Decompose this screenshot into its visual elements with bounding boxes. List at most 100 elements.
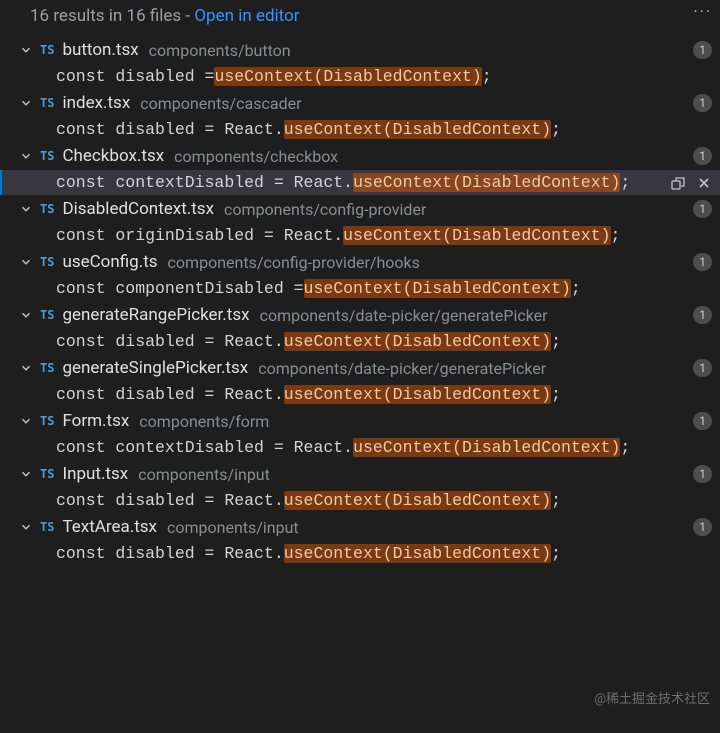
search-file-row[interactable]: TS button.tsx components/button 1 (0, 36, 720, 64)
file-path: components/input (167, 518, 299, 537)
match-highlight: useContext(DisabledContext) (353, 438, 620, 457)
match-count-badge: 1 (693, 412, 712, 430)
match-count-badge: 1 (693, 200, 712, 218)
search-match-row[interactable]: const disabled = React.useContext(Disabl… (0, 382, 720, 407)
chevron-down-icon[interactable] (18, 95, 34, 111)
file-name: index.tsx (62, 93, 130, 113)
file-path: components/input (138, 465, 270, 484)
match-pre: const disabled = React. (56, 491, 284, 510)
search-file-row[interactable]: TS TextArea.tsx components/input 1 (0, 513, 720, 541)
match-highlight: useContext(DisabledContext) (284, 491, 551, 510)
match-count-badge: 1 (693, 518, 712, 536)
dismiss-icon[interactable] (696, 175, 712, 191)
search-match-row[interactable]: const componentDisabled = useContext(Dis… (0, 276, 720, 301)
search-file-row[interactable]: TS index.tsx components/cascader 1 (0, 89, 720, 117)
match-post: ; (551, 120, 561, 139)
search-file-row[interactable]: TSgenerateRangePicker.tsxcomponents/date… (0, 301, 720, 329)
match-post: ; (611, 226, 621, 245)
ts-file-icon: TS (40, 308, 54, 322)
search-match-row[interactable]: const disabled = React.useContext(Disabl… (0, 329, 720, 354)
search-summary: 16 results in 16 files - Open in editor (0, 0, 720, 36)
ts-file-icon: TS (40, 43, 54, 57)
chevron-down-icon[interactable] (18, 201, 34, 217)
ts-file-icon: TS (40, 255, 54, 269)
file-path: components/cascader (140, 94, 301, 113)
match-count-badge: 1 (693, 306, 712, 324)
match-post: ; (620, 173, 630, 192)
search-file-row[interactable]: TS DisabledContext.tsx components/config-p… (0, 195, 720, 223)
chevron-down-icon[interactable] (18, 42, 34, 58)
file-path: components/checkbox (174, 147, 338, 166)
file-name: DisabledContext.tsx (62, 199, 214, 219)
match-post: ; (551, 332, 561, 351)
search-match-row[interactable]: const contextDisabled = React.useContext… (0, 170, 720, 195)
search-file-row[interactable]: TS Checkbox.tsx components/checkbox 1 (0, 142, 720, 170)
search-match-row[interactable]: const contextDisabled = React.useContext… (0, 435, 720, 460)
chevron-down-icon[interactable] (18, 519, 34, 535)
more-actions-icon[interactable]: ··· (693, 2, 712, 21)
match-count-badge: 1 (693, 94, 712, 112)
match-pre: const disabled = React. (56, 385, 284, 404)
ts-file-icon: TS (40, 361, 54, 375)
file-name: Checkbox.tsx (62, 146, 164, 166)
file-path: components/button (149, 41, 291, 60)
match-highlight: useContext(DisabledContext) (284, 385, 551, 404)
match-count-badge: 1 (693, 359, 712, 377)
chevron-down-icon[interactable] (18, 360, 34, 376)
search-match-row[interactable]: const disabled = React.useContext(Disabl… (0, 117, 720, 142)
file-name: Input.tsx (62, 464, 128, 484)
match-post: ; (551, 491, 561, 510)
chevron-down-icon[interactable] (18, 466, 34, 482)
chevron-down-icon[interactable] (18, 307, 34, 323)
ts-file-icon: TS (40, 202, 54, 216)
file-name: Form.tsx (62, 411, 129, 431)
match-pre: const disabled = React. (56, 332, 284, 351)
file-name: TextArea.tsx (62, 517, 157, 537)
match-highlight: useContext(DisabledContext) (284, 120, 551, 139)
file-name: button.tsx (62, 40, 138, 60)
match-post: ; (571, 279, 581, 298)
match-post: ; (551, 544, 561, 563)
file-path: components/date-picker/generatePicker (258, 359, 546, 378)
ts-file-icon: TS (40, 414, 54, 428)
replace-icon[interactable] (670, 175, 686, 191)
search-file-row[interactable]: TS useConfig.ts components/config-provider… (0, 248, 720, 276)
match-pre: const contextDisabled = React. (56, 438, 353, 457)
summary-text: 16 results in 16 files - (30, 6, 194, 26)
match-post: ; (620, 438, 630, 457)
ts-file-icon: TS (40, 96, 54, 110)
match-count-badge: 1 (693, 253, 712, 271)
match-highlight: useContext(DisabledContext) (284, 332, 551, 351)
file-name: useConfig.ts (62, 252, 157, 272)
match-post: ; (551, 385, 561, 404)
search-match-row[interactable]: const originDisabled = React.useContext(… (0, 223, 720, 248)
search-file-row[interactable]: TS generateSinglePicker.tsx components/dat… (0, 354, 720, 382)
file-name: generateRangePicker.tsx (62, 305, 249, 325)
match-pre: const disabled = React. (56, 120, 284, 139)
search-match-row[interactable]: const disabled = React.useContext(Disabl… (0, 488, 720, 513)
match-count-badge: 1 (693, 465, 712, 483)
file-name: generateSinglePicker.tsx (62, 358, 248, 378)
search-file-row[interactable]: TSInput.tsxcomponents/input1 (0, 460, 720, 488)
match-pre: const componentDisabled = (56, 279, 304, 298)
match-highlight: useContext(DisabledContext) (284, 544, 551, 563)
search-results-list: TS button.tsx components/button 1 const disa… (0, 36, 720, 566)
match-highlight: useContext(DisabledContext) (214, 67, 481, 86)
match-post: ; (482, 67, 492, 86)
match-count-badge: 1 (693, 147, 712, 165)
match-pre: const disabled = React. (56, 544, 284, 563)
search-file-row[interactable]: TSForm.tsxcomponents/form1 (0, 407, 720, 435)
match-highlight: useContext(DisabledContext) (353, 173, 620, 192)
ts-file-icon: TS (40, 149, 54, 163)
ts-file-icon: TS (40, 520, 54, 534)
file-path: components/config-provider/hooks (168, 253, 420, 272)
search-match-row[interactable]: const disabled = React.useContext(Disabl… (0, 541, 720, 566)
match-count-badge: 1 (693, 41, 712, 59)
match-pre: const originDisabled = React. (56, 226, 343, 245)
chevron-down-icon[interactable] (18, 148, 34, 164)
chevron-down-icon[interactable] (18, 413, 34, 429)
search-match-row[interactable]: const disabled = useContext(DisabledCont… (0, 64, 720, 89)
open-in-editor-link[interactable]: Open in editor (194, 6, 299, 26)
file-path: components/config-provider (224, 200, 426, 219)
chevron-down-icon[interactable] (18, 254, 34, 270)
